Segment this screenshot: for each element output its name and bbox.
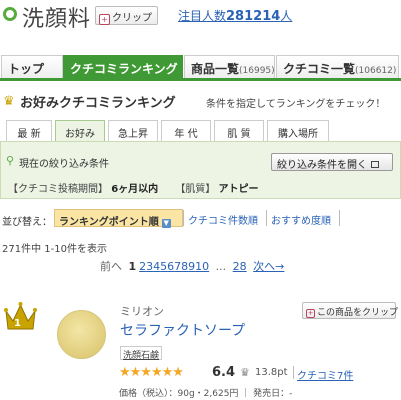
tab-kuchikomi-list-label: クチコミ一覧 — [283, 62, 356, 76]
skin-label: 【肌質】 — [175, 184, 216, 195]
pagination: 前へ 1 2345678910 ... 28 次へ→ — [100, 258, 287, 274]
page-title: 洗顔料 — [22, 7, 92, 32]
skin-value: アトピー — [218, 184, 259, 195]
subtab-purchase-place[interactable]: 購入場所 — [267, 120, 329, 141]
category-tag[interactable]: 洗顔石鹸 — [120, 346, 163, 361]
tab-product-list-count: (16995) — [239, 66, 275, 76]
sort-option-recommend[interactable]: おすすめ度順 — [271, 212, 331, 227]
pager-last[interactable]: 28 — [233, 260, 247, 273]
points-crown-icon: ♛ — [240, 366, 250, 379]
brand-name[interactable]: ミリオン — [120, 303, 164, 319]
filter-conditions: 【クチコミ投稿期間】 6ヶ月以内 【肌質】 アトピー — [8, 180, 273, 195]
open-filter-label: 絞り込み条件を開く — [277, 160, 367, 171]
subtab-trending[interactable]: 急上昇 — [108, 120, 158, 141]
subtab-skin-type[interactable]: 肌 質 — [214, 120, 264, 141]
pager-page[interactable]: 10 — [195, 260, 209, 273]
sort-option-review-count[interactable]: クチコミ件数順 — [188, 212, 258, 227]
result-count: 271件中 1-10件を表示 — [2, 244, 107, 255]
chevron-down-icon: ▼ — [161, 219, 171, 228]
sort-select[interactable]: ランキングポイント順 ▼ — [54, 209, 183, 228]
period-value: 6ヶ月以内 — [111, 184, 159, 195]
divider — [183, 210, 184, 226]
divider — [266, 210, 267, 226]
review-count-link[interactable]: クチコミ7件 — [297, 367, 353, 382]
tab-ranking-label: クチコミランキング — [70, 62, 178, 76]
filter-title: 現在の絞り込み条件 — [19, 159, 109, 170]
subtab-preference[interactable]: お好み — [55, 120, 105, 142]
pager-current: 1 — [128, 260, 137, 273]
clip-plus-icon: + — [306, 309, 315, 318]
followers-suffix: 人 — [280, 9, 293, 23]
tab-kuchikomi-list-count: (106612) — [355, 66, 397, 76]
period-label: 【クチコミ投稿期間】 — [8, 184, 108, 195]
tab-top-label: トップ — [8, 62, 45, 76]
followers-label: 注目人数 — [178, 9, 227, 23]
clip-plus-icon: + — [99, 14, 110, 25]
pager-next[interactable]: 次へ→ — [253, 260, 284, 273]
subtab-age[interactable]: 年 代 — [161, 120, 211, 141]
rank-number: 1 — [14, 318, 21, 329]
window-icon — [371, 161, 379, 168]
clip-product-button[interactable]: + この商品をクリップ — [302, 302, 399, 319]
rating-stars: ★★★★★★ — [119, 365, 184, 380]
crown-icon: ♛ — [3, 94, 15, 109]
tab-top[interactable]: トップ — [1, 55, 63, 78]
subtab-latest[interactable]: 最 新 — [6, 120, 52, 141]
price-info: 価格（税込）：90g・2,625円 ｜ 発売日：- — [119, 389, 293, 399]
clip-product-label: この商品をクリップ — [317, 308, 399, 318]
sort-label: 並び替え： — [2, 217, 52, 228]
followers-count: 281214 — [226, 9, 281, 24]
rating-score: 6.4 — [212, 365, 236, 380]
tab-kuchikomi-list[interactable]: クチコミ一覧(106612) — [276, 55, 399, 78]
tab-product-list[interactable]: 商品一覧(16995) — [184, 55, 275, 78]
product-name[interactable]: セラファクトソープ — [120, 320, 245, 340]
ranking-title: お好みクチコミランキング — [20, 96, 176, 111]
divider — [339, 210, 340, 226]
followers-link[interactable]: 注目人数281214人 — [178, 7, 292, 24]
sort-selected: ランキングポイント順 — [59, 217, 159, 228]
tab-underline — [0, 78, 401, 81]
product-image[interactable] — [57, 310, 106, 359]
clip-button[interactable]: + クリップ — [95, 6, 158, 25]
search-icon: ⚲ — [6, 154, 15, 167]
category-ring-icon — [3, 7, 17, 21]
divider — [293, 366, 294, 379]
clip-label: クリップ — [112, 13, 152, 24]
ranking-points: 13.8pt — [255, 367, 288, 378]
pager-prev[interactable]: 前へ — [100, 260, 122, 273]
open-filter-button[interactable]: 絞り込み条件を開く — [271, 153, 393, 171]
tab-kuchikomi-ranking[interactable]: クチコミランキング — [63, 55, 183, 78]
tab-product-list-label: 商品一覧 — [191, 62, 240, 76]
ranking-description: 条件を指定してランキングをチェック！ — [206, 99, 386, 110]
pager-ellipsis: ... — [215, 260, 227, 273]
